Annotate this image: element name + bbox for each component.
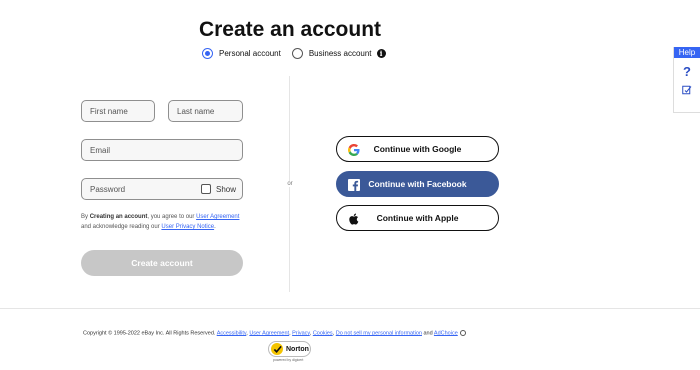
facebook-button-label: Continue with Facebook <box>368 179 467 189</box>
footer-divider <box>0 308 700 309</box>
norton-sub: powered by digicert <box>273 358 304 362</box>
show-password-toggle[interactable]: Show <box>200 184 236 194</box>
adchoice-icon[interactable] <box>459 330 466 336</box>
footer-link-cookies[interactable]: Cookies <box>313 330 333 336</box>
or-label: or <box>285 181 295 187</box>
personal-account-label: Personal account <box>219 49 281 58</box>
password-field[interactable]: Password Show <box>81 178 243 200</box>
copyright-text: Copyright © 1995-2022 eBay Inc. All Righ… <box>83 330 216 337</box>
info-icon[interactable]: i <box>376 49 386 58</box>
norton-badge[interactable]: Norton powered by digicert <box>268 340 312 364</box>
password-placeholder: Password <box>90 184 126 194</box>
apple-icon <box>347 212 360 225</box>
email-placeholder: Email <box>90 145 111 155</box>
legal-mid2: and acknowledge reading our <box>81 224 160 230</box>
page-title: Create an account <box>198 18 382 41</box>
footer-and: and <box>423 330 433 337</box>
user-agreement-link[interactable]: User Agreement <box>196 214 239 220</box>
norton-name: Norton <box>286 345 309 353</box>
footer-link-privacy[interactable]: Privacy <box>292 330 310 336</box>
account-type-selector: Personal account Business account i <box>202 48 386 59</box>
continue-with-google-button[interactable]: Continue with Google <box>336 136 499 162</box>
business-account-radio[interactable] <box>291 48 303 59</box>
footer-copyright: Copyright © 1995-2022 eBay Inc. All Righ… <box>83 330 466 336</box>
user-privacy-notice-link[interactable]: User Privacy Notice <box>161 224 214 230</box>
legal-mid1: , you agree to our <box>147 214 195 220</box>
first-name-field[interactable]: First name <box>81 100 155 122</box>
business-account-label: Business account <box>308 49 372 58</box>
business-account-option[interactable]: Business account <box>291 48 372 59</box>
legal-prefix: By <box>81 214 89 220</box>
feedback-icon[interactable] <box>674 85 700 95</box>
legal-bold: Creating an account <box>89 214 148 220</box>
last-name-placeholder: Last name <box>177 106 215 116</box>
email-field[interactable]: Email <box>81 139 243 161</box>
personal-account-option[interactable]: Personal account <box>202 48 281 59</box>
show-password-label: Show <box>215 184 236 194</box>
footer-link-user-agreement[interactable]: User Agreement <box>249 330 289 336</box>
continue-with-apple-button[interactable]: Continue with Apple <box>336 205 499 231</box>
legal-notice: By Creating an account, you agree to our… <box>81 212 249 232</box>
help-panel: Help ? <box>673 47 700 113</box>
footer-link-do-not-sell[interactable]: Do not sell my personal information <box>336 330 422 336</box>
norton-check-icon <box>271 343 283 355</box>
facebook-icon <box>347 178 360 191</box>
last-name-field[interactable]: Last name <box>168 100 243 122</box>
show-password-checkbox[interactable] <box>200 184 211 194</box>
norton-seal: Norton <box>268 341 311 357</box>
google-icon <box>347 143 360 156</box>
google-button-label: Continue with Google <box>373 144 462 154</box>
legal-suffix: . <box>214 224 216 230</box>
create-account-button[interactable]: Create account <box>81 250 243 276</box>
continue-with-facebook-button[interactable]: Continue with Facebook <box>336 171 499 197</box>
help-question-icon[interactable]: ? <box>674 64 700 79</box>
apple-button-label: Continue with Apple <box>376 213 459 223</box>
footer-link-adchoice[interactable]: AdChoice <box>434 330 458 336</box>
personal-account-radio[interactable] <box>202 48 213 59</box>
first-name-placeholder: First name <box>90 106 128 116</box>
help-button[interactable]: Help <box>674 47 700 58</box>
footer-link-accessibility[interactable]: Accessibility <box>217 330 247 336</box>
